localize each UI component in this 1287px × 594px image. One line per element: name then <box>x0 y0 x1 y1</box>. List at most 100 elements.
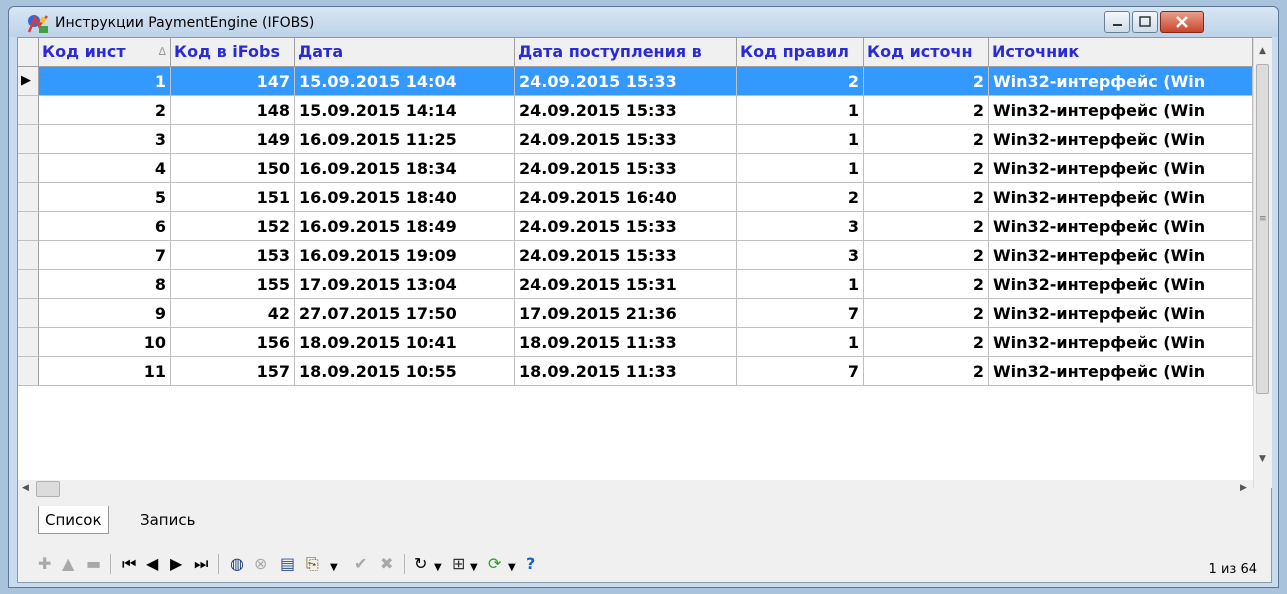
cell-source-id[interactable]: 2 <box>864 357 989 386</box>
cell-source[interactable]: Win32-интерфейс (Win <box>989 241 1253 270</box>
horizontal-scroll-thumb[interactable] <box>36 481 60 497</box>
data-grid[interactable]: Код инст ∆ Код в iFobs Дата Дата поступле… <box>18 38 1253 488</box>
row-indicator[interactable] <box>18 212 39 241</box>
copy-icon[interactable]: ⎘ <box>306 554 319 574</box>
cell-source-id[interactable]: 2 <box>864 125 989 154</box>
cell-instruction-id[interactable]: 1 <box>39 67 171 96</box>
column-header-rule-id[interactable]: Код правил <box>737 38 864 66</box>
dropdown-arrow-icon[interactable]: ▼ <box>330 558 338 578</box>
cell-rule-id[interactable]: 2 <box>737 183 864 212</box>
cell-receipt-date[interactable]: 24.09.2015 15:33 <box>515 125 737 154</box>
row-indicator[interactable] <box>18 241 39 270</box>
column-header-ifobs-id[interactable]: Код в iFobs <box>171 38 295 66</box>
cell-instruction-id[interactable]: 4 <box>39 154 171 183</box>
tab-list[interactable]: Список <box>38 506 109 534</box>
cell-date[interactable]: 15.09.2015 14:14 <box>295 96 515 125</box>
prior-record-icon[interactable]: ◀ <box>146 554 158 574</box>
row-indicator[interactable] <box>18 125 39 154</box>
globe-icon[interactable]: ◍ <box>230 554 244 574</box>
scroll-up-icon[interactable]: ▲ <box>1259 46 1266 56</box>
scroll-left-icon[interactable]: ◀ <box>22 483 29 493</box>
cell-ifobs-id[interactable]: 156 <box>171 328 295 357</box>
cell-source-id[interactable]: 2 <box>864 241 989 270</box>
column-header-source[interactable]: Источник <box>989 38 1253 66</box>
cell-instruction-id[interactable]: 3 <box>39 125 171 154</box>
cell-receipt-date[interactable]: 24.09.2015 16:40 <box>515 183 737 212</box>
cell-source[interactable]: Win32-интерфейс (Win <box>989 154 1253 183</box>
cell-source[interactable]: Win32-интерфейс (Win <box>989 270 1253 299</box>
cell-instruction-id[interactable]: 6 <box>39 212 171 241</box>
cell-source-id[interactable]: 2 <box>864 183 989 212</box>
minus-icon[interactable]: ▬ <box>86 554 101 574</box>
cell-source[interactable]: Win32-интерфейс (Win <box>989 125 1253 154</box>
cancel-icon[interactable]: ✖ <box>380 554 393 574</box>
maximize-button[interactable] <box>1132 11 1158 33</box>
cell-source-id[interactable]: 2 <box>864 154 989 183</box>
cell-receipt-date[interactable]: 24.09.2015 15:33 <box>515 241 737 270</box>
cell-rule-id[interactable]: 1 <box>737 328 864 357</box>
row-indicator[interactable] <box>18 328 39 357</box>
cell-rule-id[interactable]: 1 <box>737 154 864 183</box>
globe-off-icon[interactable]: ⊗ <box>254 554 267 574</box>
cell-rule-id[interactable]: 7 <box>737 357 864 386</box>
cell-instruction-id[interactable]: 2 <box>39 96 171 125</box>
cell-receipt-date[interactable]: 24.09.2015 15:33 <box>515 67 737 96</box>
cell-source[interactable]: Win32-интерфейс (Win <box>989 67 1253 96</box>
table-row[interactable]: 2 148 15.09.2015 14:14 24.09.2015 15:33 1 2 Wi… <box>18 96 1253 125</box>
cell-receipt-date[interactable]: 18.09.2015 11:33 <box>515 328 737 357</box>
horizontal-scrollbar[interactable]: ◀ ▶ <box>18 480 1253 498</box>
close-button[interactable] <box>1160 11 1204 33</box>
cell-source-id[interactable]: 2 <box>864 299 989 328</box>
cell-date[interactable]: 16.09.2015 18:40 <box>295 183 515 212</box>
dropdown-arrow-icon[interactable]: ▼ <box>470 558 478 578</box>
cell-ifobs-id[interactable]: 150 <box>171 154 295 183</box>
cell-ifobs-id[interactable]: 148 <box>171 96 295 125</box>
cell-instruction-id[interactable]: 9 <box>39 299 171 328</box>
cell-rule-id[interactable]: 1 <box>737 270 864 299</box>
table-row[interactable]: ▶ 1 147 15.09.2015 14:04 24.09.2015 15:33 2 2 W… <box>18 67 1253 96</box>
cell-source[interactable]: Win32-интерфейс (Win <box>989 96 1253 125</box>
cell-instruction-id[interactable]: 7 <box>39 241 171 270</box>
cell-ifobs-id[interactable]: 42 <box>171 299 295 328</box>
column-header-instruction-id[interactable]: Код инст ∆ <box>39 38 171 66</box>
cell-date[interactable]: 18.09.2015 10:55 <box>295 357 515 386</box>
cell-date[interactable]: 16.09.2015 18:49 <box>295 212 515 241</box>
cell-rule-id[interactable]: 2 <box>737 67 864 96</box>
cell-ifobs-id[interactable]: 147 <box>171 67 295 96</box>
cell-ifobs-id[interactable]: 151 <box>171 183 295 212</box>
cell-source-id[interactable]: 2 <box>864 67 989 96</box>
cell-ifobs-id[interactable]: 149 <box>171 125 295 154</box>
row-indicator[interactable] <box>18 154 39 183</box>
cell-rule-id[interactable]: 7 <box>737 299 864 328</box>
cell-date[interactable]: 17.09.2015 13:04 <box>295 270 515 299</box>
cell-source[interactable]: Win32-интерфейс (Win <box>989 212 1253 241</box>
cell-source[interactable]: Win32-интерфейс (Win <box>989 299 1253 328</box>
scroll-right-icon[interactable]: ▶ <box>1240 483 1247 493</box>
triangle-up-icon[interactable]: ▲ <box>62 554 74 574</box>
cell-ifobs-id[interactable]: 153 <box>171 241 295 270</box>
table-row[interactable]: 6 152 16.09.2015 18:49 24.09.2015 15:33 3 2 Wi… <box>18 212 1253 241</box>
row-indicator[interactable] <box>18 96 39 125</box>
cell-rule-id[interactable]: 1 <box>737 125 864 154</box>
table-row[interactable]: 7 153 16.09.2015 19:09 24.09.2015 15:33 3 2 Wi… <box>18 241 1253 270</box>
table-row[interactable]: 8 155 17.09.2015 13:04 24.09.2015 15:31 1 2 Wi… <box>18 270 1253 299</box>
cell-ifobs-id[interactable]: 157 <box>171 357 295 386</box>
cell-receipt-date[interactable]: 24.09.2015 15:33 <box>515 154 737 183</box>
row-indicator[interactable] <box>18 357 39 386</box>
cell-date[interactable]: 27.07.2015 17:50 <box>295 299 515 328</box>
cell-receipt-date[interactable]: 17.09.2015 21:36 <box>515 299 737 328</box>
minimize-button[interactable] <box>1104 11 1130 33</box>
table-row[interactable]: 9 42 27.07.2015 17:50 17.09.2015 21:36 7 2 Win… <box>18 299 1253 328</box>
table-row[interactable]: 3 149 16.09.2015 11:25 24.09.2015 15:33 1 2 Wi… <box>18 125 1253 154</box>
row-indicator[interactable] <box>18 299 39 328</box>
tab-record[interactable]: Запись <box>134 506 201 534</box>
cell-source-id[interactable]: 2 <box>864 270 989 299</box>
row-indicator[interactable]: ▶ <box>18 67 39 96</box>
help-icon[interactable]: ? <box>526 554 535 574</box>
cell-date[interactable]: 15.09.2015 14:04 <box>295 67 515 96</box>
cell-date[interactable]: 18.09.2015 10:41 <box>295 328 515 357</box>
vertical-scrollbar[interactable]: ▲ ≡ ▼ <box>1253 38 1272 488</box>
tree-icon[interactable]: ⊞ <box>452 554 465 574</box>
cell-ifobs-id[interactable]: 152 <box>171 212 295 241</box>
form-icon[interactable]: ▤ <box>280 554 295 574</box>
